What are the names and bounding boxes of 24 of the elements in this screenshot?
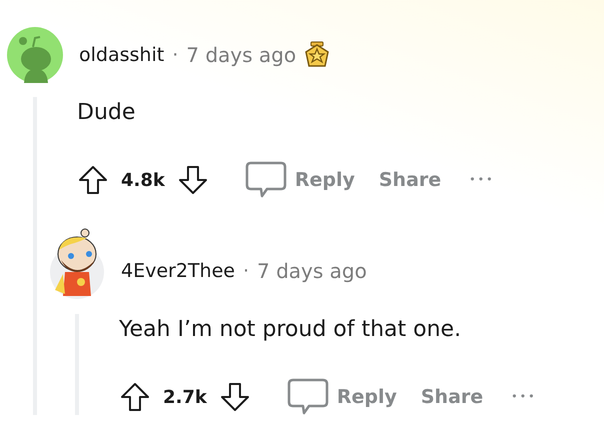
more-button[interactable]: •••: [469, 172, 495, 188]
avatar-icon: [49, 228, 105, 300]
username[interactable]: 4Ever2Thee: [121, 256, 235, 286]
more-button[interactable]: •••: [511, 388, 537, 406]
separator-dot: ·: [242, 258, 250, 284]
speech-bubble-icon: [286, 378, 329, 416]
speech-bubble-icon: [244, 161, 287, 199]
comment-text: Dude: [77, 99, 136, 127]
separator-dot: ·: [172, 42, 178, 68]
share-button[interactable]: Share: [420, 382, 484, 412]
downvote-icon[interactable]: [176, 164, 209, 196]
reply-button[interactable]: Reply: [244, 161, 355, 199]
timestamp: 7 days ago: [257, 258, 367, 285]
username[interactable]: oldasshit: [79, 40, 164, 70]
timestamp: 7 days ago: [186, 42, 296, 69]
avatar-icon: [7, 27, 63, 83]
share-button[interactable]: Share: [378, 166, 442, 194]
comment-text: Yeah I’m not proud of that one.: [119, 316, 462, 344]
upvote-icon[interactable]: [119, 381, 151, 413]
reply-button[interactable]: Reply: [286, 378, 397, 416]
vote-count: 4.8k: [121, 168, 165, 192]
downvote-icon[interactable]: [218, 381, 251, 413]
vote-count: 2.7k: [163, 386, 207, 410]
upvote-icon[interactable]: [77, 164, 109, 196]
